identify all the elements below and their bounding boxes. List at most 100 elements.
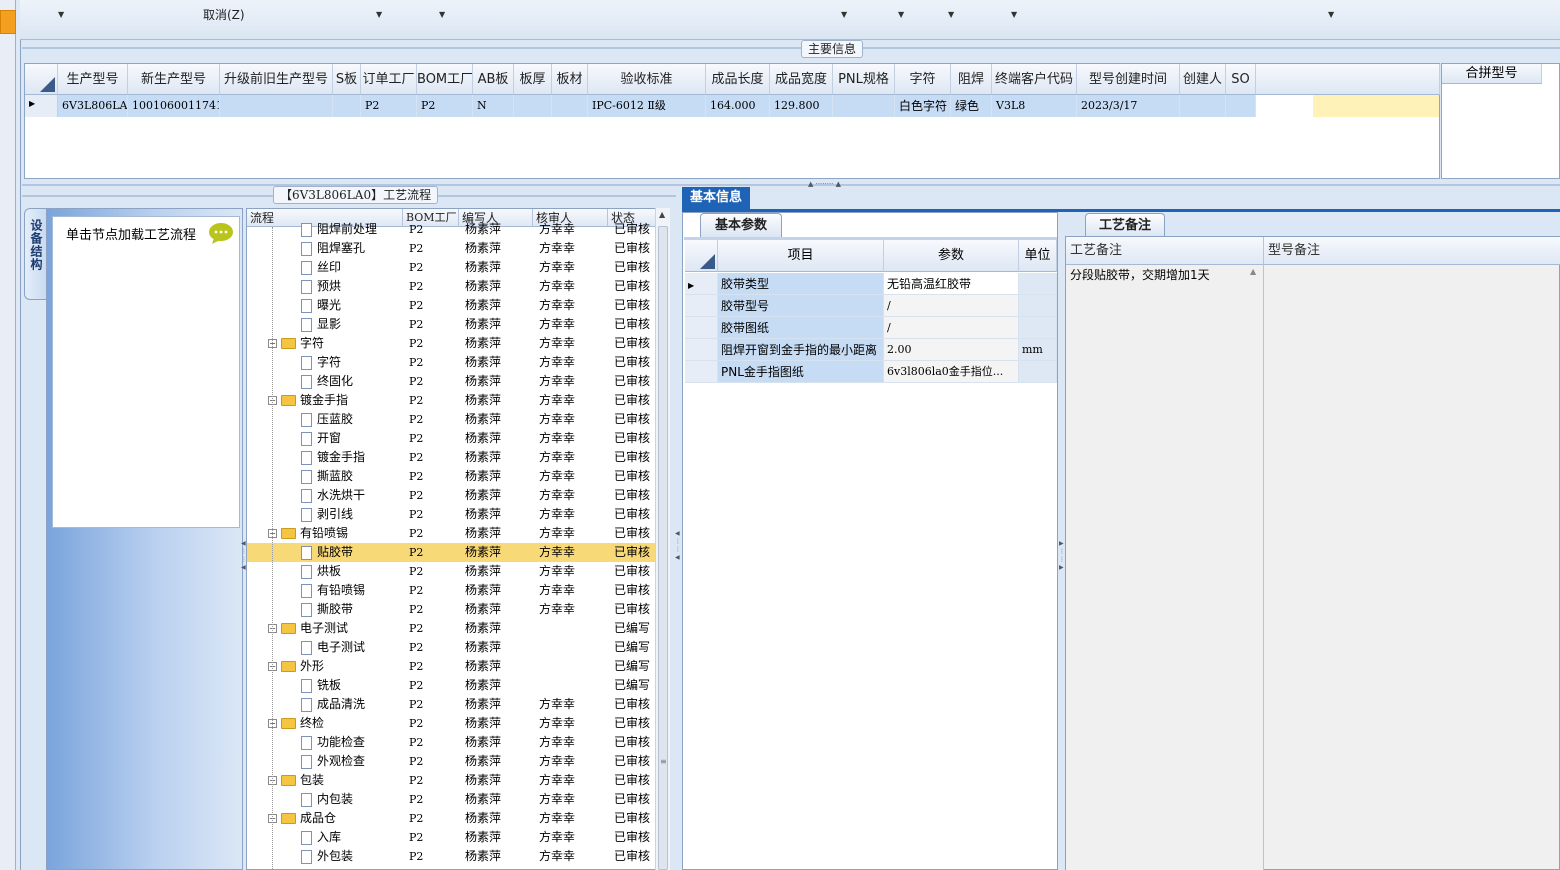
grid-header-col[interactable]: PNL规格	[833, 64, 895, 95]
tree-step-row[interactable]: 水洗烘干 P2 杨素萍 方幸幸 已审核	[247, 486, 657, 505]
tree-step-row[interactable]: 铣板 P2 杨素萍 已编写	[247, 676, 657, 695]
dropdown-arrow-icon[interactable]: ▼	[1011, 10, 1017, 19]
tree-group-row[interactable]: − 成品仓 P2 杨素萍 方幸幸 已审核	[247, 809, 657, 828]
tree-step-row[interactable]: 撕蓝胶 P2 杨素萍 方幸幸 已审核	[247, 467, 657, 486]
cancel-menu-item[interactable]: 取消(Z)	[203, 6, 245, 23]
tree-group-row[interactable]: − 字符 P2 杨素萍 方幸幸 已审核	[247, 334, 657, 353]
tree-group-row[interactable]: − 电子测试 P2 杨素萍 已编写	[247, 619, 657, 638]
tree-step-row[interactable]: 阻焊前处理 P2 杨素萍 方幸幸 已审核	[247, 220, 657, 239]
process-tree[interactable]: 流程 BOM工厂 编写人 核审人 状态 阻焊前处理 P2 杨素萍 方幸幸 已审核 阻焊塞孔…	[246, 208, 670, 870]
tree-step-row[interactable]: 剥引线 P2 杨素萍 方幸幸 已审核	[247, 505, 657, 524]
grid-header-col[interactable]: SO	[1226, 64, 1256, 95]
dropdown-arrow-icon[interactable]: ▼	[948, 10, 954, 19]
params-header-value[interactable]: 参数	[884, 240, 1019, 272]
grid-cell[interactable]: 白色字符	[895, 95, 951, 117]
grid-header-col[interactable]: 订单工厂	[361, 64, 417, 95]
grid-cell[interactable]	[333, 95, 361, 117]
grid-header-col[interactable]: 验收标准	[588, 64, 706, 95]
splitter-grip-icon[interactable]: ◀ ⋮ ⋮ ◀	[241, 540, 247, 572]
dropdown-arrow-icon[interactable]: ▼	[58, 10, 64, 19]
grid-cell[interactable]: 129.800	[770, 95, 833, 117]
tree-step-row[interactable]: 内包装 P2 杨素萍 方幸幸 已审核	[247, 790, 657, 809]
scroll-thumb[interactable]: ≡	[658, 226, 668, 870]
grid-header-col[interactable]: 板材	[552, 64, 588, 95]
splitter-grip-icon[interactable]: ◀ ⋮ ⋮ ◀	[675, 530, 681, 610]
grid-header-col[interactable]: S板	[333, 64, 361, 95]
grid-cell[interactable]	[833, 95, 895, 117]
grid-cell[interactable]: 2023/3/17	[1077, 95, 1180, 117]
grid-header-col[interactable]: 升级前旧生产型号	[220, 64, 333, 95]
grid-cell[interactable]: V3L8	[992, 95, 1077, 117]
tree-step-row[interactable]: 功能检查 P2 杨素萍 方幸幸 已审核	[247, 733, 657, 752]
tree-step-row[interactable]: 终固化 P2 杨素萍 方幸幸 已审核	[247, 372, 657, 391]
grid-header-col[interactable]: 板厚	[514, 64, 552, 95]
tree-group-row[interactable]: − 外形 P2 杨素萍 已编写	[247, 657, 657, 676]
params-header-item[interactable]: 项目	[718, 240, 884, 272]
node-hint-panel[interactable]: 单击节点加载工艺流程	[52, 216, 240, 528]
row-indicator[interactable]: ▶	[25, 95, 58, 117]
params-row-indicator[interactable]	[685, 361, 718, 383]
params-row-indicator[interactable]	[685, 339, 718, 361]
grid-cell[interactable]: P2	[361, 95, 417, 117]
tree-step-row[interactable]: 预烘 P2 杨素萍 方幸幸 已审核	[247, 277, 657, 296]
tree-step-row[interactable]: 电子测试 P2 杨素萍 已编写	[247, 638, 657, 657]
params-row-indicator[interactable]	[685, 295, 718, 317]
params-row-indicator[interactable]	[685, 317, 718, 339]
params-item-cell[interactable]: 阻焊开窗到金手指的最小距离	[718, 339, 884, 361]
tree-group-row[interactable]: − 有铅喷锡 P2 杨素萍 方幸幸 已审核	[247, 524, 657, 543]
tree-step-row[interactable]: 镀金手指 P2 杨素萍 方幸幸 已审核	[247, 448, 657, 467]
tree-group-row[interactable]: − 包装 P2 杨素萍 方幸幸 已审核	[247, 771, 657, 790]
params-item-cell[interactable]: PNL金手指图纸	[718, 361, 884, 383]
scroll-up-icon[interactable]: ▲	[659, 210, 665, 219]
tree-step-row[interactable]: 字符 P2 杨素萍 方幸幸 已审核	[247, 353, 657, 372]
params-unit-cell[interactable]	[1019, 361, 1057, 383]
tree-scrollbar[interactable]: ▲ ≡	[655, 208, 670, 870]
params-value-cell[interactable]: /	[884, 317, 1019, 339]
grid-header-col[interactable]: 创建人	[1180, 64, 1226, 95]
tree-step-row[interactable]: 开窗 P2 杨素萍 方幸幸 已审核	[247, 429, 657, 448]
params-item-cell[interactable]: 胶带类型	[718, 273, 884, 295]
grid-cell[interactable]: 6V3L806LA0	[58, 95, 128, 117]
grid-cell[interactable]	[220, 95, 333, 117]
grid-header-col[interactable]: 成品长度	[706, 64, 770, 95]
device-structure-tab[interactable]: 设备结构	[24, 208, 46, 300]
tree-step-row[interactable]: 压蓝胶 P2 杨素萍 方幸幸 已审核	[247, 410, 657, 429]
grid-cell[interactable]: 绿色	[951, 95, 992, 117]
grid-cell[interactable]: 164.000	[706, 95, 770, 117]
notes-header-process[interactable]: 工艺备注	[1066, 237, 1264, 265]
process-note-cell[interactable]: 分段贴胶带，交期增加1天 ▲	[1066, 265, 1264, 870]
grid-cell[interactable]	[1180, 95, 1226, 117]
tree-step-row[interactable]: 撕胶带 P2 杨素萍 方幸幸 已审核	[247, 600, 657, 619]
grid-header-col[interactable]: AB板	[473, 64, 514, 95]
grid-header-col[interactable]: 成品宽度	[770, 64, 833, 95]
params-value-cell[interactable]: 无铅高温红胶带	[884, 273, 1019, 295]
params-value-cell[interactable]: 2.00	[884, 339, 1019, 361]
dropdown-arrow-icon[interactable]: ▼	[841, 10, 847, 19]
tree-group-row[interactable]: − 镀金手指 P2 杨素萍 方幸幸 已审核	[247, 391, 657, 410]
tree-step-row[interactable]: 丝印 P2 杨素萍 方幸幸 已审核	[247, 258, 657, 277]
basic-info-tab[interactable]: 基本信息	[682, 187, 750, 209]
grid-cell[interactable]: IPC-6012 Ⅱ级	[588, 95, 706, 117]
grid-header-col[interactable]: 生产型号	[58, 64, 128, 95]
tree-step-row[interactable]: 曝光 P2 杨素萍 方幸幸 已审核	[247, 296, 657, 315]
grid-cell[interactable]	[514, 95, 552, 117]
params-unit-cell[interactable]: mm	[1019, 339, 1057, 361]
grid-cell[interactable]: 10010600117415	[128, 95, 220, 117]
params-value-cell[interactable]: /	[884, 295, 1019, 317]
dropdown-arrow-icon[interactable]: ▼	[898, 10, 904, 19]
params-value-cell[interactable]: 6v3l806la0金手指位...	[884, 361, 1019, 383]
params-item-cell[interactable]: 胶带图纸	[718, 317, 884, 339]
horizontal-splitter[interactable]	[22, 184, 1560, 186]
grid-cell[interactable]	[1226, 95, 1256, 117]
dropdown-arrow-icon[interactable]: ▼	[439, 10, 445, 19]
params-unit-cell[interactable]	[1019, 317, 1057, 339]
splitter-grip-icon[interactable]: ▲ ········ ▲	[808, 180, 841, 188]
grid-header-col[interactable]: BOM工厂	[417, 64, 473, 95]
notes-header-model[interactable]: 型号备注	[1264, 237, 1560, 265]
grid-cell[interactable]: P2	[417, 95, 473, 117]
grid-header-col[interactable]: 字符	[895, 64, 951, 95]
grid-header-col[interactable]: 新生产型号	[128, 64, 220, 95]
params-unit-cell[interactable]	[1019, 295, 1057, 317]
tree-step-row[interactable]: 外观检查 P2 杨素萍 方幸幸 已审核	[247, 752, 657, 771]
params-row-indicator[interactable]: ▶	[685, 273, 718, 295]
